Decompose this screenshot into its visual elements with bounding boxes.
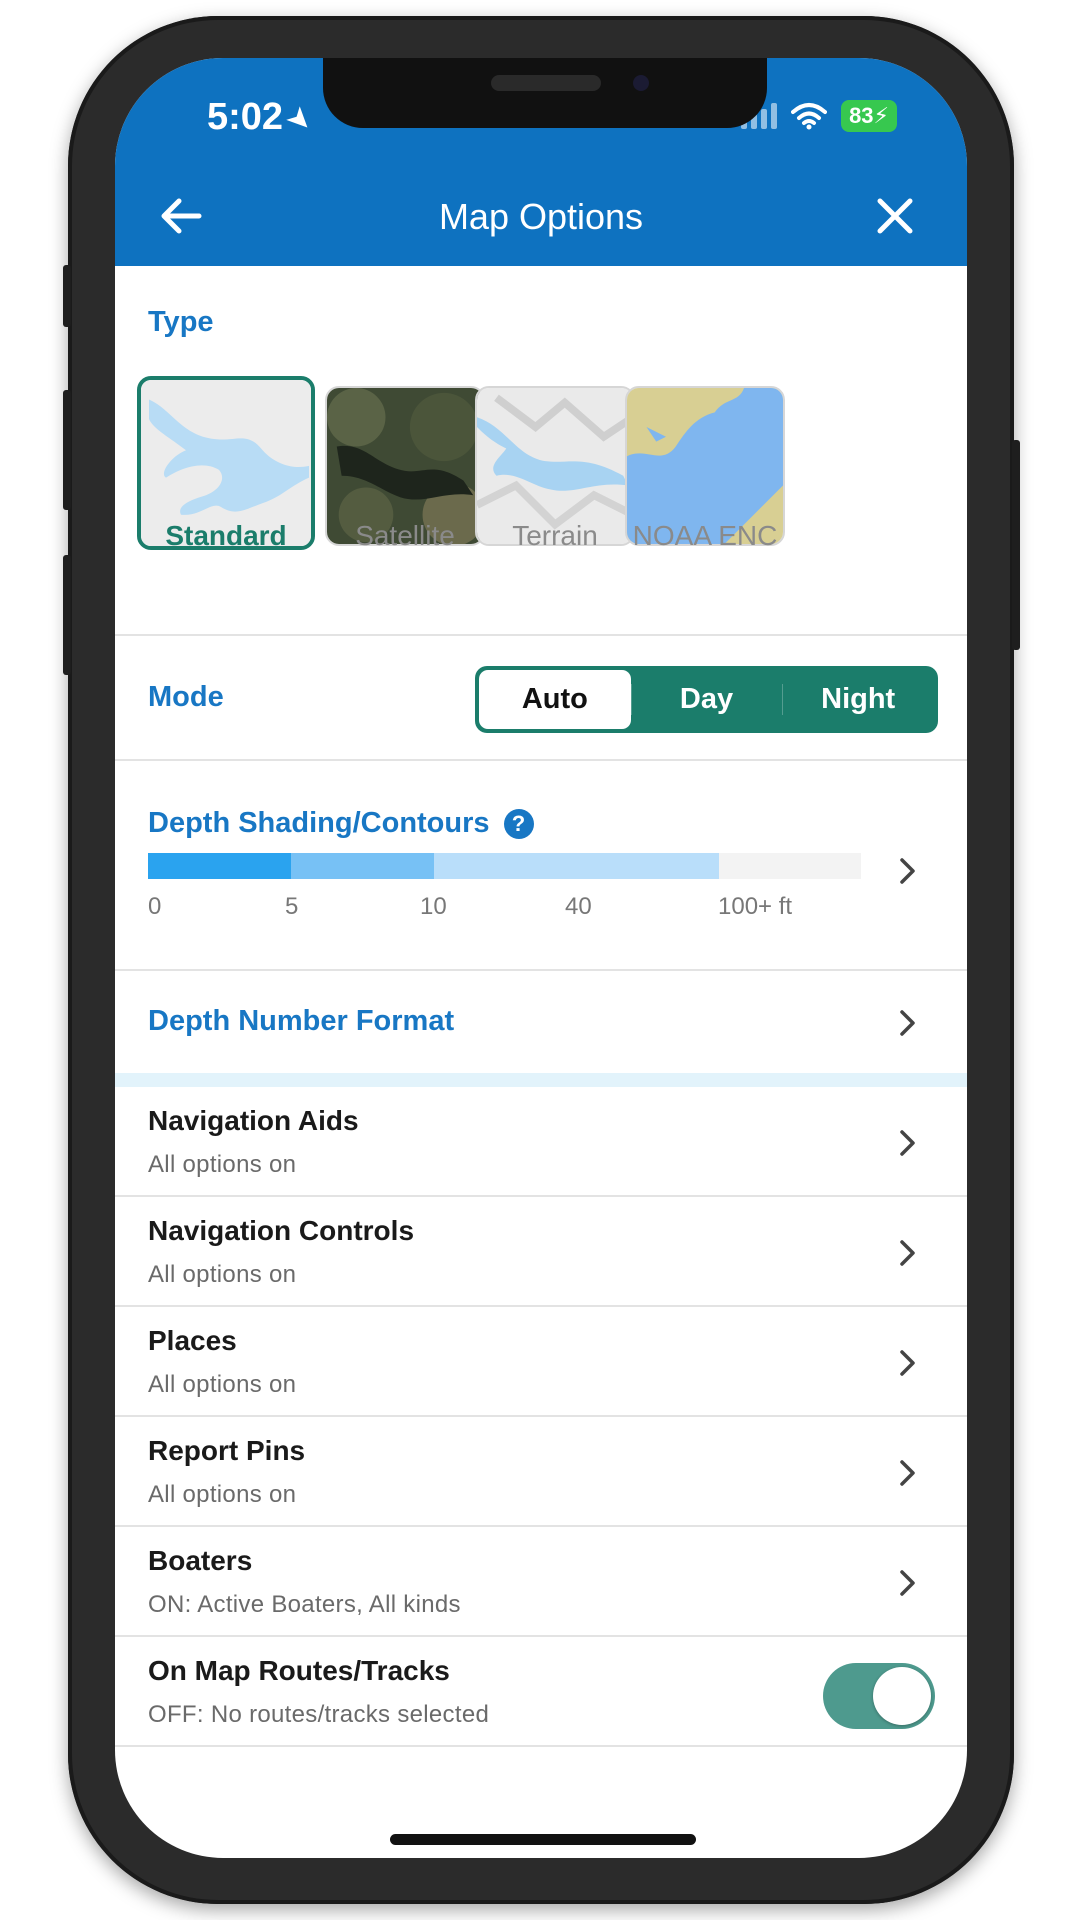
toggle-knob	[873, 1667, 931, 1725]
map-type-noaa-enc-label[interactable]: NOAA ENC	[605, 520, 805, 552]
depth-band-40-100	[719, 853, 861, 879]
depth-tick-5: 5	[285, 893, 299, 920]
home-indicator[interactable]	[390, 1834, 696, 1845]
mute-switch	[63, 265, 71, 327]
front-camera	[633, 75, 649, 91]
row-title: Boaters	[148, 1545, 253, 1576]
depth-shading-title-text: Depth Shading/Contours	[148, 807, 490, 839]
depth-tick-40: 40	[565, 893, 592, 920]
chevron-right-icon	[900, 1010, 915, 1036]
mode-segmented-control: Auto Day Night	[475, 666, 938, 733]
location-arrow-icon: ➤	[279, 98, 321, 141]
navigation-aids-row[interactable]: Navigation Aids All options on	[115, 1087, 967, 1197]
mode-day-button[interactable]: Day	[630, 670, 783, 729]
section-divider	[115, 1073, 967, 1087]
chevron-right-icon	[900, 1570, 915, 1596]
depth-shading-row[interactable]: Depth Shading/Contours ? 0 5 10 40 100+ …	[115, 761, 967, 971]
close-icon[interactable]	[867, 188, 923, 244]
on-map-routes-tracks-row: On Map Routes/Tracks OFF: No routes/trac…	[115, 1637, 967, 1747]
depth-band-5-10	[291, 853, 434, 879]
volume-down-button	[63, 555, 71, 675]
status-time: 5:02➤	[207, 96, 320, 140]
boaters-row[interactable]: Boaters ON: Active Boaters, All kinds	[115, 1527, 967, 1637]
report-pins-row[interactable]: Report Pins All options on	[115, 1417, 967, 1527]
row-title: Places	[148, 1325, 237, 1356]
depth-number-format-row[interactable]: Depth Number Format	[115, 971, 967, 1073]
map-type-section: Type Standard Satellite Terrain NOAA ENC	[115, 266, 967, 636]
help-icon[interactable]: ?	[503, 808, 534, 839]
depth-tick-0: 0	[148, 893, 162, 920]
chevron-right-icon	[900, 1350, 915, 1376]
mode-section: Mode Auto Day Night	[115, 636, 967, 761]
depth-tick-100: 100+ ft	[718, 893, 793, 920]
notch	[323, 58, 767, 128]
battery-level: 83	[849, 103, 874, 128]
phone-screen: 5:02➤ 83⚡ Map Options Type Standard Sate…	[115, 58, 967, 1858]
status-time-text: 5:02	[207, 96, 284, 138]
row-title: Navigation Aids	[148, 1105, 359, 1136]
chevron-right-icon	[900, 1240, 915, 1266]
mode-title: Mode	[148, 681, 224, 713]
navigation-controls-row[interactable]: Navigation Controls All options on	[115, 1197, 967, 1307]
depth-color-scale	[148, 853, 861, 879]
chevron-right-icon	[900, 858, 915, 884]
row-title: Report Pins	[148, 1435, 306, 1466]
status-indicators: 83⚡	[741, 100, 897, 132]
chevron-right-icon	[900, 1130, 915, 1156]
speaker-grille	[491, 75, 601, 91]
page-title: Map Options	[438, 196, 644, 237]
row-title: On Map Routes/Tracks	[148, 1655, 450, 1686]
row-subtitle: OFF: No routes/tracks selected	[148, 1701, 490, 1728]
routes-tracks-toggle[interactable]	[823, 1663, 935, 1729]
places-row[interactable]: Places All options on	[115, 1307, 967, 1417]
volume-up-button	[63, 390, 71, 510]
row-subtitle: ON: Active Boaters, All kinds	[148, 1591, 461, 1618]
depth-tick-10: 10	[420, 893, 447, 920]
power-button	[1012, 440, 1020, 650]
depth-shading-title: Depth Shading/Contours ?	[148, 807, 534, 840]
map-type-title: Type	[148, 306, 214, 338]
depth-band-10-40	[434, 853, 719, 879]
chevron-right-icon	[900, 1460, 915, 1486]
depth-band-0-5	[148, 853, 291, 879]
wifi-icon	[791, 103, 828, 130]
map-type-standard-label[interactable]: Standard	[126, 520, 326, 552]
row-subtitle: All options on	[148, 1261, 297, 1288]
row-subtitle: All options on	[148, 1481, 297, 1508]
battery-icon: 83⚡	[841, 100, 897, 132]
row-subtitle: All options on	[148, 1151, 297, 1178]
depth-number-format-title: Depth Number Format	[148, 1005, 455, 1037]
mode-auto-button[interactable]: Auto	[479, 670, 631, 729]
mode-night-button[interactable]: Night	[782, 670, 934, 729]
row-subtitle: All options on	[148, 1371, 297, 1398]
row-title: Navigation Controls	[148, 1215, 415, 1246]
